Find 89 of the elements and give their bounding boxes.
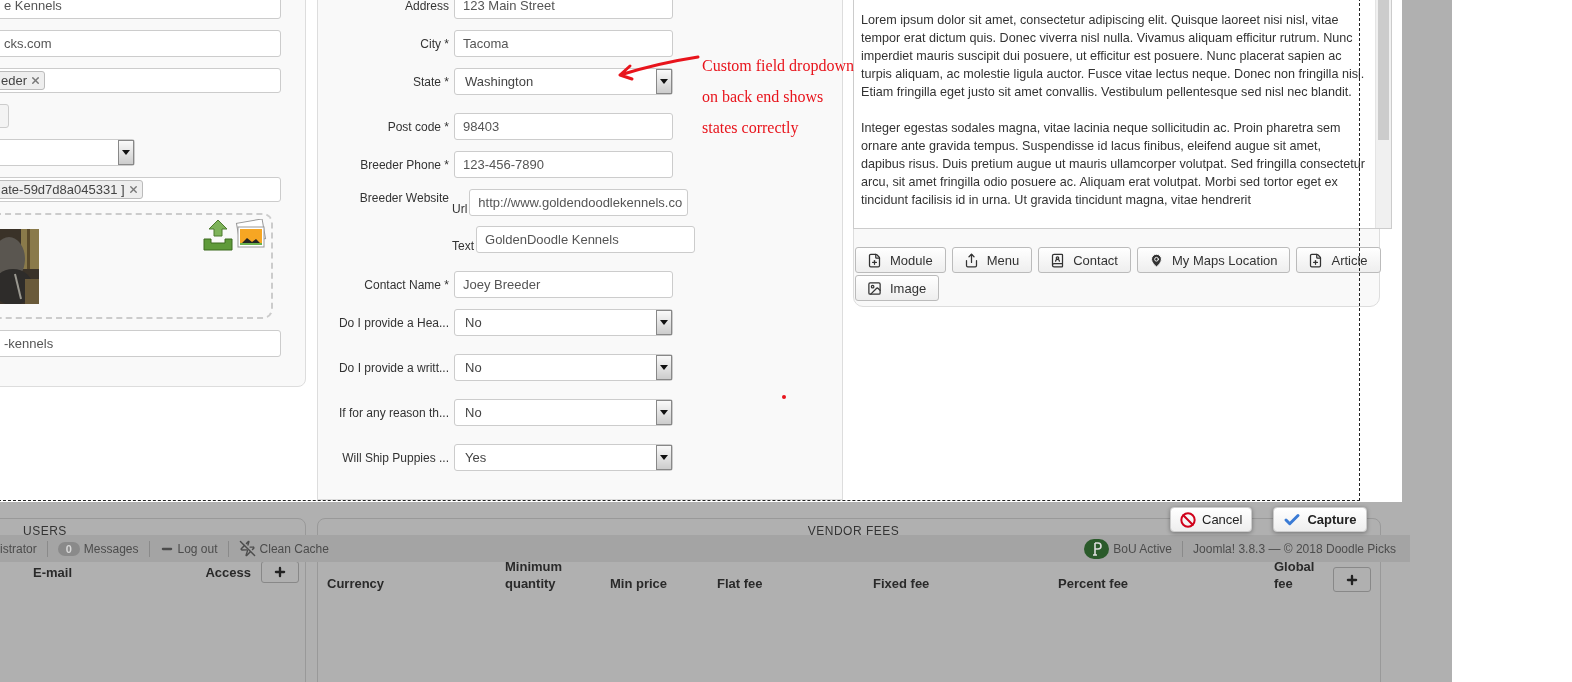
cancel-button[interactable]: Cancel bbox=[1170, 507, 1253, 532]
address-book-icon bbox=[1050, 252, 1066, 268]
count-badge: 0 bbox=[57, 541, 80, 556]
column-header: E-mail bbox=[33, 563, 72, 581]
column-header: Global fee bbox=[1274, 558, 1316, 592]
text-editor[interactable] bbox=[853, 0, 1392, 229]
text-field[interactable]: cks.com bbox=[0, 30, 281, 57]
file-plus-icon bbox=[1308, 252, 1324, 268]
editor-button[interactable]: Image bbox=[855, 275, 940, 301]
text-field[interactable]: 123 Main Street bbox=[454, 0, 673, 19]
share-icon bbox=[963, 252, 979, 268]
bou-status[interactable]: BoU Active bbox=[1084, 538, 1173, 559]
text-field[interactable]: Tacoma bbox=[454, 30, 673, 57]
select-field[interactable]: Yes bbox=[454, 444, 673, 471]
editor-button[interactable]: Article bbox=[1296, 247, 1381, 273]
select-field[interactable]: No bbox=[454, 399, 673, 426]
field-label: City * bbox=[419, 36, 449, 51]
tag: ate-59d7d8a045331 ] bbox=[0, 180, 143, 199]
tag-field[interactable]: eder bbox=[0, 68, 281, 93]
editor-button[interactable]: Contact bbox=[1038, 247, 1131, 273]
column-header: Flat fee bbox=[717, 575, 764, 592]
plus-icon bbox=[1345, 572, 1359, 587]
add-button[interactable] bbox=[261, 561, 299, 583]
clean-cache-link[interactable]: Clean Cache bbox=[238, 540, 329, 557]
image-icon bbox=[867, 280, 882, 296]
text-field[interactable]: 98403 bbox=[454, 113, 673, 140]
capture-button[interactable]: Capture bbox=[1273, 507, 1367, 532]
column-header: Access bbox=[205, 563, 251, 581]
caret-icon bbox=[656, 400, 672, 425]
tag-field[interactable]: ate-59d7d8a045331 ] bbox=[0, 177, 281, 202]
status-text: Joomla! 3.8.3 — © 2018 Doodle Picks bbox=[1193, 541, 1396, 556]
select-field[interactable] bbox=[0, 139, 135, 166]
column-header: Min price bbox=[610, 575, 669, 592]
field-label: Contact Name * bbox=[363, 277, 449, 292]
annotation-dot bbox=[782, 395, 786, 399]
field-label: Url bbox=[452, 202, 468, 216]
add-button[interactable] bbox=[1333, 567, 1371, 592]
field-label: Do I provide a Hea... bbox=[337, 315, 449, 330]
caret-icon bbox=[656, 310, 672, 335]
field-label: State * bbox=[411, 74, 449, 89]
text-field[interactable]: 123-456-7890 bbox=[454, 151, 673, 178]
text-field[interactable]: http://www.goldendoodlekennels.co bbox=[469, 189, 689, 216]
messages-link[interactable]: 0 Messages bbox=[57, 541, 139, 556]
column-header: Minimum quantity bbox=[505, 558, 564, 592]
panel-title: VENDOR FEES bbox=[806, 524, 901, 538]
panel-title: USERS bbox=[23, 524, 68, 538]
field-label: Text bbox=[452, 239, 474, 253]
select-field[interactable]: No bbox=[454, 354, 673, 381]
text-field[interactable]: e Kennels bbox=[0, 0, 281, 19]
editor-button[interactable]: My Maps Location bbox=[1137, 247, 1291, 273]
logout-link[interactable]: Log out bbox=[159, 541, 218, 556]
tag: eder bbox=[0, 71, 46, 90]
caret-icon bbox=[656, 355, 672, 380]
scrollbar[interactable] bbox=[1375, 0, 1391, 228]
field-label: If for any reason th... bbox=[337, 405, 449, 420]
select-field[interactable]: Washington bbox=[454, 68, 673, 95]
text-field[interactable]: Joey Breeder bbox=[454, 271, 673, 298]
editor-button[interactable]: Module bbox=[855, 247, 946, 273]
remove-icon[interactable] bbox=[30, 75, 42, 86]
status-text: istrator bbox=[0, 541, 37, 556]
field-label: Address bbox=[403, 0, 449, 13]
dropzone[interactable] bbox=[0, 213, 273, 319]
annotation-text: on back end shows bbox=[702, 87, 824, 107]
cancel-icon bbox=[1180, 511, 1196, 528]
caret-icon bbox=[656, 69, 672, 94]
annotation-text: Custom field dropdown bbox=[702, 56, 854, 77]
column-header: Currency bbox=[327, 575, 386, 592]
remove-icon[interactable] bbox=[127, 184, 139, 195]
field-label: Breeder Phone * bbox=[359, 157, 449, 172]
column-header: Fixed fee bbox=[873, 575, 931, 592]
lightning-icon bbox=[238, 540, 256, 557]
text-field[interactable]: GoldenDoodle Kennels bbox=[476, 226, 695, 253]
annotation-text: states correctly bbox=[702, 118, 799, 139]
upload-icon[interactable] bbox=[203, 219, 233, 251]
map-pin-icon bbox=[1149, 252, 1164, 268]
editor-paragraph: Integer egestas sodales magna, vitae lacinia neque sollicitudin ac. Proin pharetra sem ornare ante gravida tempus. Suspendisse id lacus finibus, eleifend augue sit amet, dapibus risus. Duis pretium augue ut mauris ullamcorper volutpat. Sed fringilla consectetur arcu, sit amet fringilla odio posuere ac. Aliquam erat volutpat. Morbi sed tortor eget ex tincidunt facilisis id in urna. Ut gravida tincidunt magna, vitae hendrerit bbox=[861, 120, 1366, 209]
caret-icon bbox=[118, 140, 134, 165]
field-label: Will Ship Puppies ... bbox=[341, 450, 449, 465]
field-label: Breeder Website bbox=[358, 191, 449, 205]
field-label: Post code * bbox=[386, 119, 449, 134]
file-plus-icon bbox=[867, 252, 882, 268]
select-field[interactable]: No bbox=[454, 309, 673, 336]
editor-button[interactable]: Menu bbox=[951, 247, 1033, 273]
image-icon[interactable] bbox=[235, 219, 267, 249]
plus-icon bbox=[273, 565, 287, 579]
text-field[interactable]: -kennels bbox=[0, 330, 281, 357]
field-label: Do I provide a writt... bbox=[337, 360, 449, 375]
column-header: Percent fee bbox=[1058, 575, 1130, 592]
caret-icon bbox=[656, 445, 672, 470]
